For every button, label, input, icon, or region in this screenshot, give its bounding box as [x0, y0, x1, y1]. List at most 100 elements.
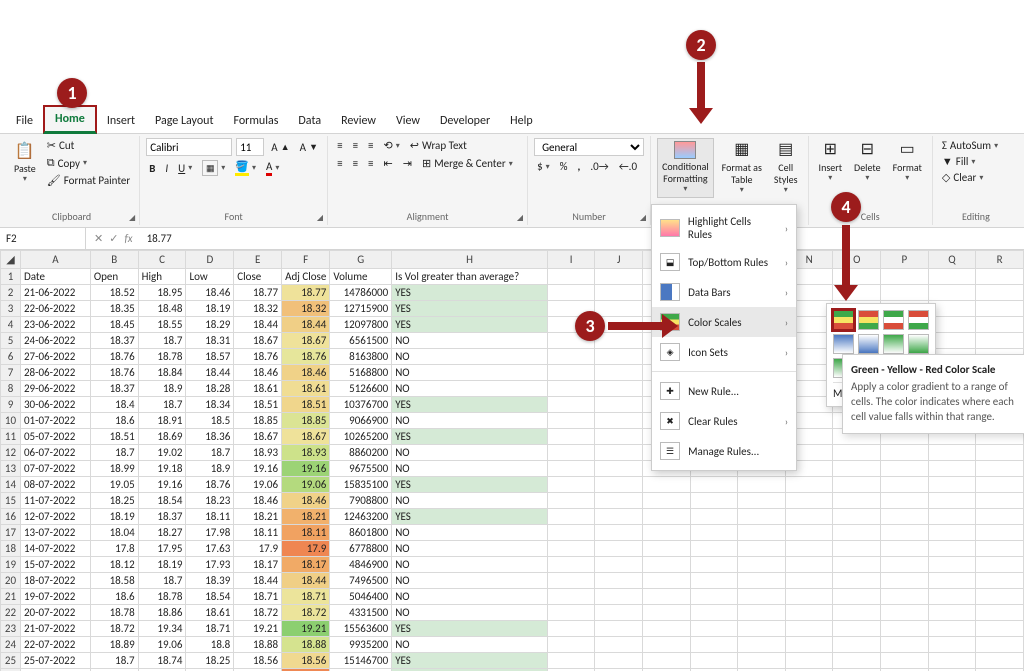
cell[interactable]: 15835100	[330, 477, 392, 493]
cell[interactable]: 18.58	[90, 573, 138, 589]
cell[interactable]: 18.78	[138, 589, 186, 605]
cell[interactable]: 18.55	[138, 317, 186, 333]
cell[interactable]: 18.32	[234, 301, 282, 317]
cell[interactable]: 18.46	[186, 285, 234, 301]
cell[interactable]: 18.44	[234, 317, 282, 333]
cell[interactable]: YES	[392, 317, 548, 333]
cell[interactable]: 18.46	[234, 365, 282, 381]
cell[interactable]	[833, 493, 881, 509]
cell[interactable]: 18.7	[138, 333, 186, 349]
cell[interactable]	[976, 541, 1024, 557]
cell[interactable]: NO	[392, 349, 548, 365]
cell[interactable]: 12715900	[330, 301, 392, 317]
cell[interactable]	[881, 285, 929, 301]
cell[interactable]	[881, 621, 929, 637]
row-header[interactable]: 2	[1, 285, 21, 301]
cell[interactable]: 18.56	[282, 653, 330, 669]
cell[interactable]: 18.45	[90, 317, 138, 333]
cell[interactable]	[690, 477, 738, 493]
cell[interactable]	[738, 589, 786, 605]
column-header-R[interactable]: R	[976, 251, 1024, 269]
cell[interactable]: 20-07-2022	[20, 605, 90, 621]
increase-decimal-button[interactable]: .0→	[587, 159, 611, 174]
cell[interactable]: 18.6	[90, 589, 138, 605]
cell[interactable]: NO	[392, 381, 548, 397]
cell[interactable]	[643, 477, 691, 493]
cell[interactable]	[881, 445, 929, 461]
cell[interactable]	[595, 477, 643, 493]
cell[interactable]: Open	[90, 269, 138, 285]
cell[interactable]	[595, 605, 643, 621]
cell[interactable]: 19.06	[282, 477, 330, 493]
cell[interactable]: YES	[392, 621, 548, 637]
cell[interactable]: 19.34	[138, 621, 186, 637]
tab-review[interactable]: Review	[331, 109, 386, 133]
cell[interactable]: 17.9	[234, 541, 282, 557]
cell[interactable]: 18.72	[90, 621, 138, 637]
cell[interactable]: 18.76	[186, 477, 234, 493]
cell[interactable]	[928, 637, 976, 653]
cell[interactable]: 18.37	[90, 381, 138, 397]
cf-clear-rules[interactable]: ✖Clear Rules›	[652, 406, 796, 436]
cell[interactable]	[785, 493, 833, 509]
cell[interactable]	[785, 589, 833, 605]
cell[interactable]	[547, 557, 595, 573]
cell[interactable]: 07-07-2022	[20, 461, 90, 477]
cell[interactable]	[881, 525, 929, 541]
dialog-launcher-icon[interactable]: ◢	[129, 213, 135, 223]
cell[interactable]: 19.05	[90, 477, 138, 493]
cell[interactable]: 18.76	[90, 365, 138, 381]
cell[interactable]: 18.9	[186, 461, 234, 477]
cell[interactable]	[833, 605, 881, 621]
cell[interactable]: 11-07-2022	[20, 493, 90, 509]
cell[interactable]: 18.88	[282, 637, 330, 653]
cell[interactable]	[976, 477, 1024, 493]
cell[interactable]	[976, 461, 1024, 477]
cell[interactable]: 18.67	[234, 429, 282, 445]
cell[interactable]	[976, 493, 1024, 509]
cell[interactable]	[833, 637, 881, 653]
cell[interactable]	[595, 557, 643, 573]
cell[interactable]: 17.8	[90, 541, 138, 557]
cell[interactable]	[785, 477, 833, 493]
dialog-launcher-icon[interactable]: ◢	[317, 213, 323, 223]
column-header-C[interactable]: C	[138, 251, 186, 269]
cell[interactable]	[976, 301, 1024, 317]
cell[interactable]	[928, 509, 976, 525]
cell[interactable]	[928, 605, 976, 621]
row-header[interactable]: 14	[1, 477, 21, 493]
cell[interactable]	[976, 637, 1024, 653]
cell[interactable]	[547, 445, 595, 461]
cell[interactable]: 18.71	[282, 589, 330, 605]
cell[interactable]: Volume	[330, 269, 392, 285]
cell[interactable]: 8860200	[330, 445, 392, 461]
cell[interactable]: 5126600	[330, 381, 392, 397]
align-top-button[interactable]: ≡	[334, 138, 345, 153]
cell[interactable]	[595, 285, 643, 301]
formula-input[interactable]: 18.77	[141, 230, 1024, 247]
cell[interactable]: 17.98	[186, 525, 234, 541]
cell[interactable]: 17.93	[186, 557, 234, 573]
cell[interactable]	[595, 413, 643, 429]
cell[interactable]	[595, 493, 643, 509]
cf-icon-sets[interactable]: ◈Icon Sets›	[652, 337, 796, 367]
enter-icon[interactable]: ✓	[109, 232, 118, 245]
percent-button[interactable]: %	[557, 159, 571, 174]
cell[interactable]: 18.8	[186, 637, 234, 653]
cell[interactable]: 19.21	[282, 621, 330, 637]
cell[interactable]: 18.61	[234, 381, 282, 397]
cell[interactable]: 18.37	[90, 333, 138, 349]
cell[interactable]: 24-06-2022	[20, 333, 90, 349]
cell[interactable]	[595, 349, 643, 365]
font-color-button[interactable]: A▾	[263, 159, 282, 177]
cell[interactable]	[643, 637, 691, 653]
cell[interactable]	[547, 429, 595, 445]
cell[interactable]	[738, 605, 786, 621]
cell[interactable]	[881, 477, 929, 493]
cell[interactable]	[595, 397, 643, 413]
insert-cells-button[interactable]: ⊞Insert▾	[815, 138, 847, 186]
cell[interactable]: 18.91	[138, 413, 186, 429]
cell[interactable]	[881, 653, 929, 669]
cell[interactable]: 18.89	[90, 637, 138, 653]
cell[interactable]	[595, 525, 643, 541]
